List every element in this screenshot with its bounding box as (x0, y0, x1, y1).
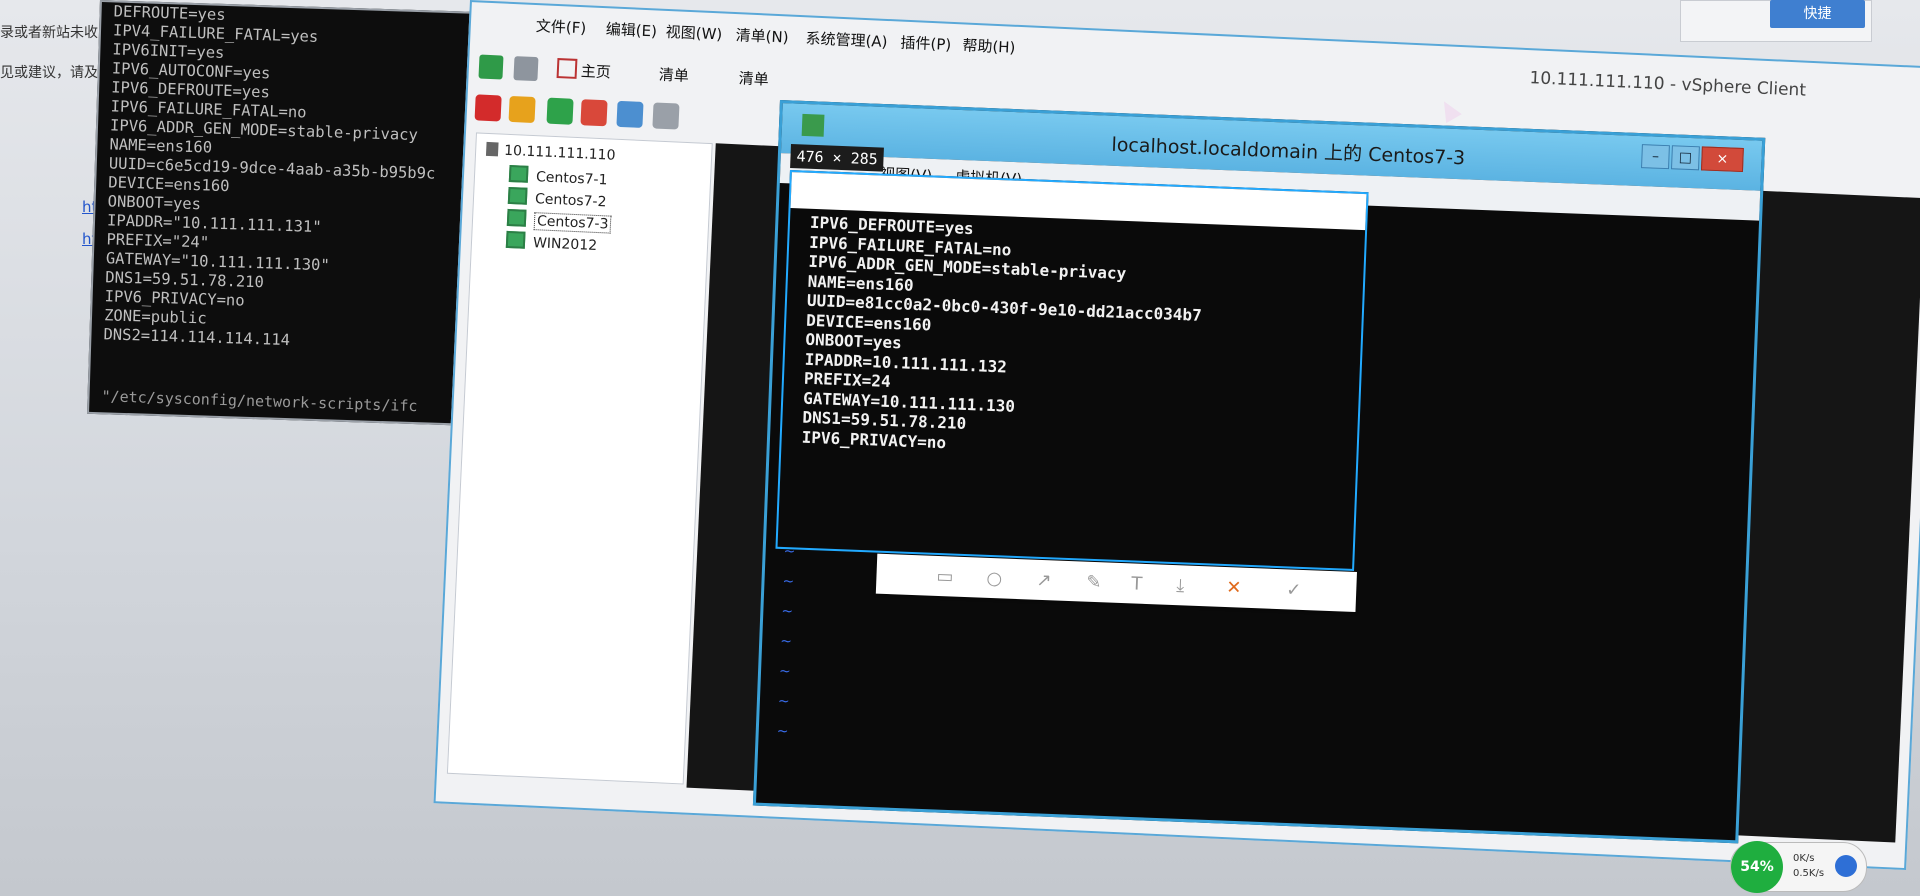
save-icon[interactable]: ⤓ (1176, 575, 1185, 596)
menu-view[interactable]: 视图(W) (665, 21, 722, 45)
vim-tilde: ~ (779, 633, 793, 650)
forward-icon[interactable] (513, 56, 539, 82)
maximize-button[interactable]: □ (1670, 145, 1700, 171)
tree-vm-label: WIN2012 (532, 235, 598, 255)
menu-edit[interactable]: 编辑(E) (605, 18, 657, 41)
left-terminal-window[interactable]: DEFROUTE=yes IPV4_FAILURE_FATAL=yes IPV6… (86, 0, 516, 427)
breadcrumb-home[interactable]: 主页 (580, 60, 611, 82)
close-button[interactable]: × (1700, 146, 1744, 173)
tree-host-label: 10.111.111.110 (503, 142, 616, 164)
tree-vm-centos7-3[interactable]: Centos7-3 (506, 208, 612, 234)
tree-vm-centos7-1[interactable]: Centos7-1 (508, 164, 608, 189)
console-app-icon (801, 113, 825, 137)
menu-plugins[interactable]: 插件(P) (900, 32, 952, 55)
play-icon[interactable] (546, 97, 574, 125)
vm-icon (506, 208, 527, 227)
console-config-text: IPV6_DEFROUTE=yes IPV6_FAILURE_FATAL=no … (801, 212, 1203, 452)
menu-inventory[interactable]: 清单(N) (735, 24, 789, 47)
tree-vm-label: Centos7-2 (534, 191, 607, 211)
tree-host[interactable]: 10.111.111.110 (485, 141, 616, 164)
inventory-tree: 10.111.111.110 Centos7-1 Centos7-2 Cento… (446, 132, 713, 785)
home-icon (556, 58, 578, 79)
stop-icon[interactable] (474, 94, 502, 122)
menu-admin[interactable]: 系统管理(A) (805, 27, 888, 52)
upload-speed: 0K/s (1793, 853, 1815, 864)
snapshot-icon[interactable] (616, 100, 644, 128)
vim-tilde: ~ (776, 723, 789, 740)
tree-vm-label: Centos7-3 (533, 212, 612, 234)
background-text-2: 见或建议，请及 (0, 65, 98, 81)
restart-icon[interactable] (580, 99, 608, 127)
breadcrumb-inventory-1[interactable]: 清单 (658, 64, 689, 86)
text-icon[interactable]: T (1131, 573, 1143, 594)
background-blue-button[interactable]: 快捷 (1770, 0, 1865, 28)
vim-tilde: ~ (778, 663, 792, 680)
tree-vm-centos7-2[interactable]: Centos7-2 (507, 186, 607, 211)
revert-icon[interactable] (652, 102, 680, 130)
vim-tilde: ~ (782, 573, 795, 590)
menu-file[interactable]: 文件(F) (535, 15, 586, 38)
vm-icon (505, 230, 526, 249)
tree-vm-label: Centos7-1 (535, 169, 608, 189)
screenshot-selection[interactable]: 476 × 285 IPV6_DEFROUTE=yes IPV6_FAILURE… (775, 144, 1369, 613)
cpu-percent: 54% (1731, 841, 1783, 893)
accelerator-icon[interactable] (1835, 855, 1857, 877)
download-speed: 0.5K/s (1793, 868, 1825, 879)
pen-icon[interactable]: ✎ (1086, 572, 1102, 594)
vm-icon (507, 186, 528, 205)
vim-tilde: ~ (777, 693, 790, 710)
network-speed: 0K/s 0.5K/s (1793, 851, 1824, 881)
vsphere-toolbar (466, 90, 767, 140)
pause-icon[interactable] (508, 95, 536, 124)
confirm-icon[interactable]: ✓ (1286, 579, 1302, 601)
minimize-button[interactable]: – (1641, 144, 1670, 170)
host-icon (485, 141, 499, 157)
tree-vm-win2012[interactable]: WIN2012 (505, 230, 598, 255)
close-icon[interactable]: ✕ (1226, 577, 1242, 599)
left-terminal-path: "/etc/sysconfig/network-scripts/ifc (101, 387, 418, 416)
rectangle-icon[interactable]: ▭ (936, 566, 954, 588)
back-icon[interactable] (478, 54, 504, 80)
vim-tilde: ~ (781, 603, 794, 620)
left-terminal-text: DEFROUTE=yes IPV4_FAILURE_FATAL=yes IPV6… (103, 2, 436, 350)
ellipse-icon[interactable]: ○ (986, 568, 1003, 590)
vm-icon (508, 164, 529, 183)
background-text-1: 录或者新站未收 (0, 25, 98, 41)
selection-size-label: 476 × 285 (790, 144, 885, 172)
console-title: localhost.localdomain 上的 Centos7-3 (1111, 133, 1466, 170)
menu-help[interactable]: 帮助(H) (962, 34, 1016, 57)
breadcrumb-inventory-2[interactable]: 清单 (738, 67, 769, 89)
arrow-icon[interactable]: ↗ (1036, 570, 1052, 592)
network-tray-widget[interactable]: 54% 0K/s 0.5K/s (1730, 841, 1867, 893)
